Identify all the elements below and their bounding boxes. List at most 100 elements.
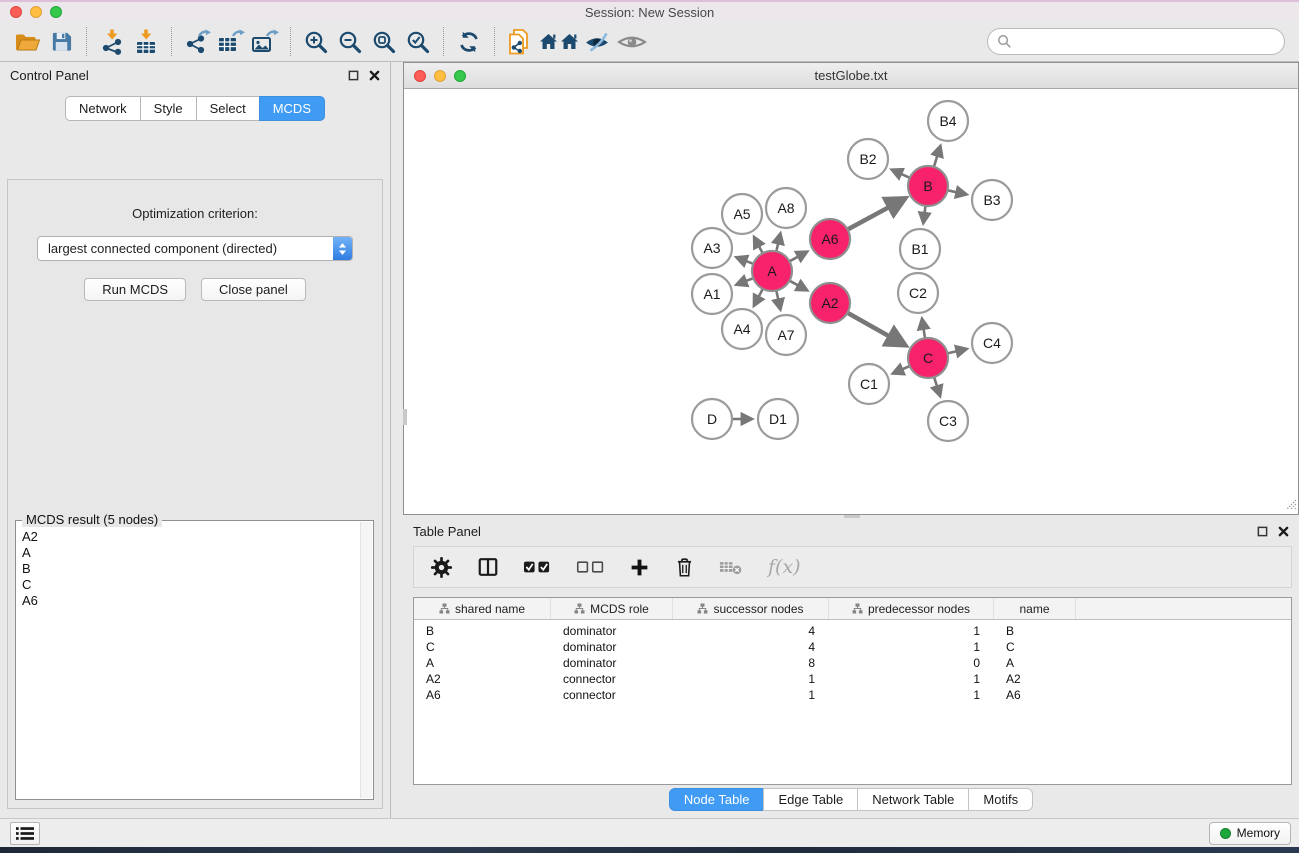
- node-A[interactable]: A: [752, 251, 792, 291]
- table-row-a2[interactable]: A2connector11A2: [414, 671, 1291, 687]
- column-header-successor-nodes[interactable]: successor nodes: [673, 598, 829, 619]
- node-C1[interactable]: C1: [849, 364, 889, 404]
- edge-A6-B[interactable]: [848, 198, 906, 229]
- edge-B-B1[interactable]: [923, 206, 925, 223]
- node-B3[interactable]: B3: [972, 180, 1012, 220]
- zoom-fit-button[interactable]: [367, 26, 401, 58]
- tab-node-table[interactable]: Node Table: [669, 788, 765, 811]
- cell[interactable]: dominator: [551, 639, 673, 655]
- homes-button[interactable]: [537, 26, 581, 58]
- cell[interactable]: connector: [551, 687, 673, 703]
- task-history-button[interactable]: [10, 822, 40, 845]
- result-scrollbar[interactable]: [360, 522, 372, 798]
- show-graphics-details-button[interactable]: [615, 26, 649, 58]
- cell[interactable]: B: [994, 623, 1076, 639]
- node-A6[interactable]: A6: [810, 219, 850, 259]
- cell[interactable]: B: [414, 623, 551, 639]
- close-panel-button[interactable]: [369, 70, 380, 81]
- edge-A-A1[interactable]: [736, 278, 753, 285]
- tab-edge-table[interactable]: Edge Table: [763, 788, 858, 811]
- edge-A-A2[interactable]: [790, 281, 808, 291]
- cell[interactable]: connector: [551, 671, 673, 687]
- edge-A2-C[interactable]: [847, 313, 905, 346]
- function-builder-button-disabled[interactable]: f(x): [768, 556, 801, 578]
- column-header-shared-name[interactable]: shared name: [414, 598, 551, 619]
- node-B2[interactable]: B2: [848, 139, 888, 179]
- search-input[interactable]: [1018, 34, 1275, 49]
- cell[interactable]: A2: [414, 671, 551, 687]
- node-C3[interactable]: C3: [928, 401, 968, 441]
- open-session-button[interactable]: [10, 26, 44, 58]
- cell[interactable]: 1: [673, 671, 829, 687]
- table-row-a6[interactable]: A6connector11A6: [414, 687, 1291, 703]
- node-D1[interactable]: D1: [758, 399, 798, 439]
- network-canvas[interactable]: B4B2BB3B1A6A5A8A3AA1A4A7A2C2C4CC1C3DD1: [404, 90, 1298, 514]
- import-table-button[interactable]: [129, 26, 163, 58]
- delete-table-button-disabled[interactable]: [719, 558, 744, 576]
- result-item-a6[interactable]: A6: [22, 593, 373, 609]
- create-column-button[interactable]: [629, 557, 650, 578]
- splitpane-grip[interactable]: [403, 409, 407, 425]
- export-network-button[interactable]: [180, 26, 214, 58]
- select-all-columns-button[interactable]: [523, 559, 552, 575]
- memory-button[interactable]: Memory: [1209, 822, 1291, 845]
- export-image-button[interactable]: [248, 26, 282, 58]
- cell[interactable]: 0: [829, 655, 994, 671]
- result-item-a2[interactable]: A2: [22, 529, 373, 545]
- delete-column-button[interactable]: [674, 556, 695, 578]
- result-item-c[interactable]: C: [22, 577, 373, 593]
- node-A8[interactable]: A8: [766, 188, 806, 228]
- cell[interactable]: C: [414, 639, 551, 655]
- run-mcds-button[interactable]: Run MCDS: [84, 278, 186, 301]
- result-item-a[interactable]: A: [22, 545, 373, 561]
- refresh-layout-button[interactable]: [452, 26, 486, 58]
- deselect-all-columns-button[interactable]: [576, 559, 605, 575]
- cell[interactable]: 1: [829, 623, 994, 639]
- cell[interactable]: 4: [673, 639, 829, 655]
- edge-B-B2[interactable]: [892, 170, 910, 178]
- resize-grip[interactable]: [1284, 497, 1297, 513]
- tab-style[interactable]: Style: [140, 96, 197, 121]
- cell[interactable]: A: [414, 655, 551, 671]
- hide-graphics-details-button[interactable]: [581, 26, 615, 58]
- column-header-MCDS-role[interactable]: MCDS role: [551, 598, 673, 619]
- optimization-criterion-dropdown[interactable]: largest connected component (directed): [37, 236, 353, 261]
- cell[interactable]: dominator: [551, 655, 673, 671]
- cell[interactable]: A2: [994, 671, 1076, 687]
- column-header-name[interactable]: name: [994, 598, 1076, 619]
- node-A3[interactable]: A3: [692, 228, 732, 268]
- edge-A-A8[interactable]: [776, 233, 780, 251]
- cell[interactable]: C: [994, 639, 1076, 655]
- export-table-button[interactable]: [214, 26, 248, 58]
- cell[interactable]: dominator: [551, 623, 673, 639]
- cell[interactable]: A: [994, 655, 1076, 671]
- cell[interactable]: 1: [829, 639, 994, 655]
- float-panel-button[interactable]: [348, 70, 359, 81]
- node-B[interactable]: B: [908, 166, 948, 206]
- edge-A-A4[interactable]: [754, 289, 763, 306]
- edge-C-C1[interactable]: [893, 366, 910, 373]
- node-B1[interactable]: B1: [900, 229, 940, 269]
- node-A7[interactable]: A7: [766, 315, 806, 355]
- edge-A-A6[interactable]: [790, 252, 808, 262]
- edge-B-B4[interactable]: [934, 146, 941, 167]
- edge-A-A3[interactable]: [736, 257, 753, 264]
- float-table-panel-button[interactable]: [1257, 526, 1268, 537]
- tab-select[interactable]: Select: [196, 96, 260, 121]
- edge-A-A5[interactable]: [754, 237, 763, 253]
- edge-C-C4[interactable]: [948, 349, 967, 354]
- node-C2[interactable]: C2: [898, 273, 938, 313]
- zoom-in-button[interactable]: [299, 26, 333, 58]
- table-row-b[interactable]: Bdominator41B: [414, 623, 1291, 639]
- cell[interactable]: 8: [673, 655, 829, 671]
- column-header-predecessor-nodes[interactable]: predecessor nodes: [829, 598, 994, 619]
- cell[interactable]: 1: [673, 687, 829, 703]
- cell[interactable]: 1: [829, 687, 994, 703]
- result-item-b[interactable]: B: [22, 561, 373, 577]
- node-A1[interactable]: A1: [692, 274, 732, 314]
- node-B4[interactable]: B4: [928, 101, 968, 141]
- table-row-a[interactable]: Adominator80A: [414, 655, 1291, 671]
- network-from-file-button[interactable]: [503, 26, 537, 58]
- tab-network[interactable]: Network: [65, 96, 141, 121]
- zoom-selected-button[interactable]: [401, 26, 435, 58]
